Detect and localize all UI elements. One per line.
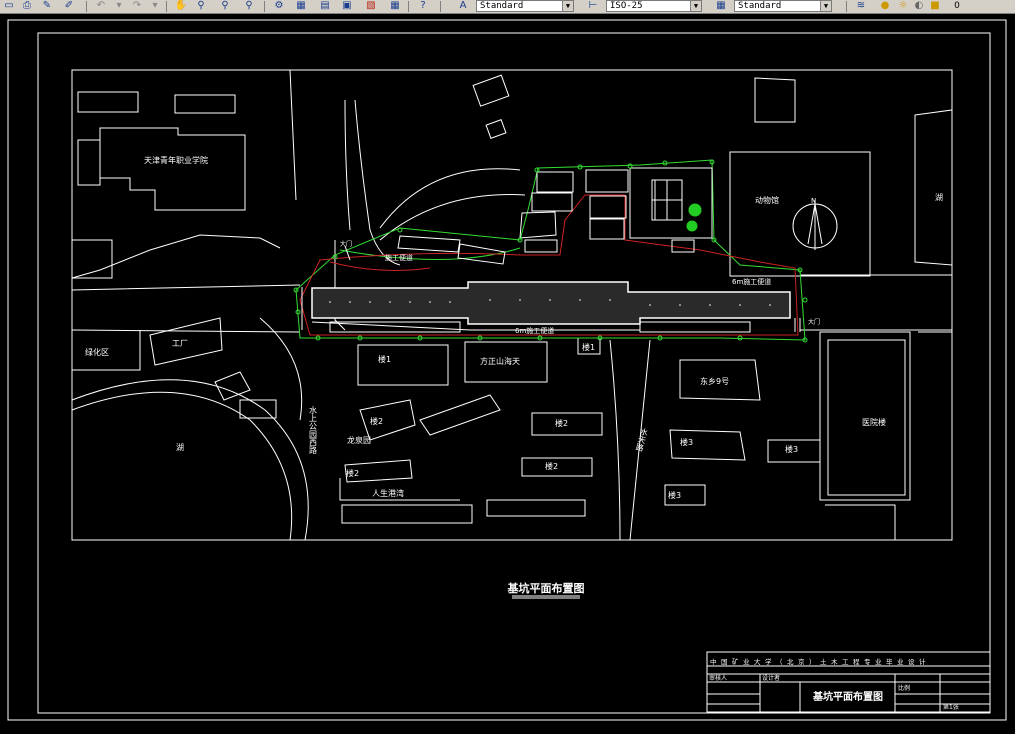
text-style-icon: A <box>459 0 467 11</box>
brush-icon[interactable]: ✐ <box>62 0 76 12</box>
label-factory: 工厂 <box>172 339 188 348</box>
zoom-realtime-icon[interactable]: ⚲ <box>194 0 208 12</box>
pencil-icon[interactable]: ✎ <box>40 0 54 12</box>
label-road-bottom: 6m施工便道 <box>515 326 554 335</box>
label-road-right: 6m施工便道 <box>732 277 771 286</box>
table-style-icon: ▦ <box>716 0 726 11</box>
zoom-window-icon[interactable]: ⚲ <box>218 0 232 12</box>
label-bldg3-a: 楼3 <box>680 437 693 447</box>
sheet-set-icon[interactable]: ▣ <box>340 0 354 12</box>
layer-color-icon: ■ <box>930 0 940 11</box>
sun-icon[interactable]: ☼ <box>896 0 910 12</box>
label-zoo: 动物馆 <box>755 195 779 205</box>
label-greenhouse: 绿化区 <box>85 347 109 357</box>
label-bldg1: 楼1 <box>378 354 391 364</box>
label-gate-right: 大门 <box>808 318 820 326</box>
label-road-mid: 水天路 <box>634 426 649 452</box>
dim-style-icon: ⊢ <box>588 0 598 11</box>
label-school: 天津青年职业学院 <box>144 155 208 165</box>
help-icon[interactable]: ? <box>416 0 430 12</box>
label-bldg2-d: 楼2 <box>346 468 359 478</box>
label-lake-center: 湖 <box>176 443 184 452</box>
layer-current-value[interactable]: 0 <box>946 0 968 12</box>
title-block-designer: 设计者 <box>762 674 780 682</box>
lightbulb-icon[interactable]: ● <box>878 0 892 12</box>
dim-style-select[interactable]: ISO-25 ▼ <box>606 0 702 12</box>
text-style-select[interactable]: Standard ▼ <box>476 0 574 12</box>
pan-icon[interactable]: ✋ <box>174 0 188 12</box>
cad-toolbar: ▭ ⎙ ✎ ✐ ↶ ▾ ↷ ▾ ✋ ⚲ ⚲ ⚲ ⚙ ▦ ▤ ▣ ▧ ▦ ? A … <box>0 0 1015 14</box>
label-bldg2-b: 楼2 <box>555 418 568 428</box>
label-longquan: 龙泉园 <box>347 435 371 445</box>
label-dongxiang: 东乡9号 <box>700 376 729 386</box>
label-gate-left: 大门 <box>340 240 352 248</box>
label-hospital: 医院楼 <box>862 417 886 427</box>
label-fangzheng: 方正山海天 <box>480 356 520 366</box>
redo-dropdown-icon[interactable]: ▾ <box>148 0 162 12</box>
title-block-drawing-name: 基坑平面布置图 <box>812 690 883 703</box>
title-block-header: 中国矿业大学（北京）土木工程专业毕业设计 <box>710 657 930 666</box>
properties-icon[interactable]: ⚙ <box>272 0 286 12</box>
foundation-pit <box>311 281 791 325</box>
label-road-left: 水上公园西路 <box>309 405 318 454</box>
label-lake-right: 湖 <box>935 193 943 202</box>
title-block-scale: 比例 <box>898 684 910 692</box>
undo-icon[interactable]: ↶ <box>94 0 108 12</box>
label-north: N <box>811 197 816 205</box>
zoom-previous-icon[interactable]: ⚲ <box>242 0 256 12</box>
outer-frame <box>7 19 1007 721</box>
table-style-select[interactable]: Standard ▼ <box>734 0 832 12</box>
label-bldg1-b: 楼1 <box>582 342 595 352</box>
markup-icon[interactable]: ▧ <box>364 0 378 12</box>
undo-dropdown-icon[interactable]: ▾ <box>112 0 126 12</box>
label-rensheng: 人生港湾 <box>372 488 404 498</box>
drawing-canvas[interactable]: 基坑平面布置图 天津青年职业学院 动物馆 湖 绿化区 工厂 湖 楼1 方正山海天… <box>0 14 1015 730</box>
lock-icon[interactable]: ◐ <box>912 0 926 12</box>
label-bldg2-c: 楼2 <box>545 461 558 471</box>
redo-icon[interactable]: ↷ <box>130 0 144 12</box>
calculator-icon[interactable]: ▦ <box>388 0 402 12</box>
tool-palettes-icon[interactable]: ▤ <box>318 0 332 12</box>
title-block-reviewer: 审核人 <box>709 674 727 682</box>
label-bldg3-b: 楼3 <box>785 444 798 454</box>
label-bldg3-c: 楼3 <box>668 490 681 500</box>
layers-icon[interactable]: ≋ <box>854 0 868 12</box>
design-center-icon[interactable]: ▦ <box>294 0 308 12</box>
title-block-sheet: 第1张 <box>943 703 959 711</box>
drawing-title: 基坑平面布置图 <box>507 581 585 595</box>
label-bldg2-a: 楼2 <box>370 416 383 426</box>
save-icon[interactable]: ▭ <box>2 0 16 12</box>
plot-icon[interactable]: ⎙ <box>20 0 34 12</box>
label-road-top: 施工便道 <box>385 253 413 262</box>
